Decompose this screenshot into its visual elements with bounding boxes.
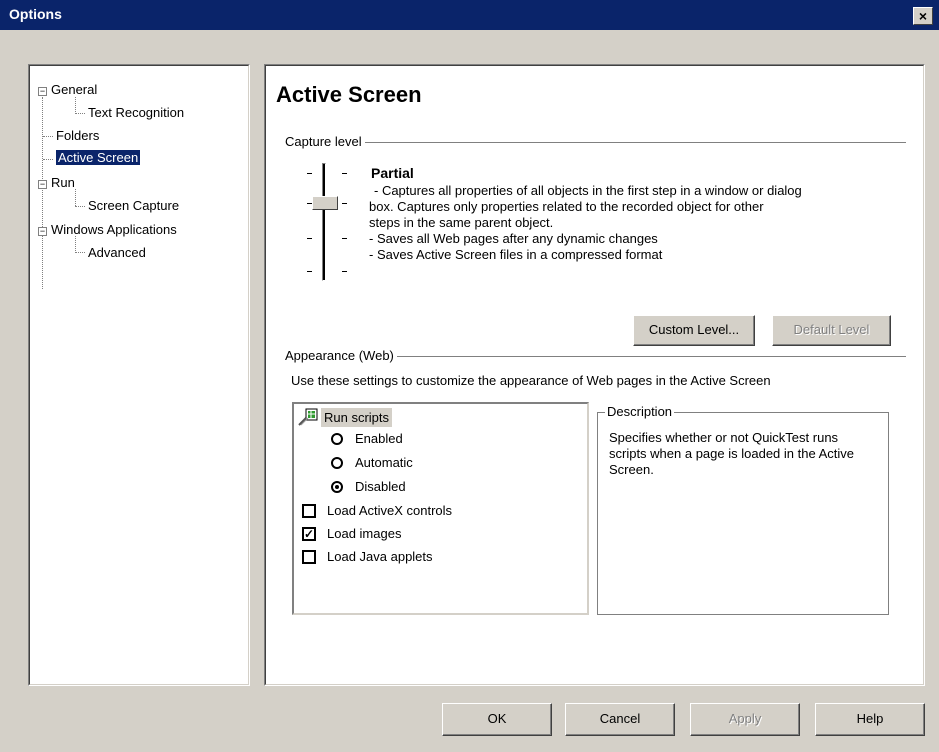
window-title: Options	[9, 6, 62, 22]
slider-tick	[342, 203, 347, 204]
button-label: Custom Level...	[648, 322, 740, 337]
appearance-label: Appearance (Web)	[285, 348, 397, 363]
close-icon: ×	[918, 8, 928, 24]
tree-item-screen-capture[interactable]: Screen Capture	[88, 198, 179, 213]
run-scripts-item[interactable]: Run scripts	[321, 408, 393, 427]
button-label: Cancel	[599, 711, 641, 726]
load-activex-label: Load ActiveX controls	[327, 503, 453, 518]
capture-level-name: Partial	[371, 165, 414, 181]
collapse-icon[interactable]: −	[38, 87, 47, 96]
collapse-icon[interactable]: −	[38, 180, 47, 189]
description-line: - Captures all properties of all objects…	[374, 183, 802, 198]
close-button[interactable]: ×	[913, 7, 933, 25]
tree-item-label: Folders	[56, 128, 100, 143]
load-java-checkbox[interactable]	[302, 550, 316, 564]
tree-connector	[75, 189, 76, 206]
capture-level-label: Capture level	[285, 134, 365, 149]
description-line: - Saves all Web pages after any dynamic …	[369, 231, 658, 246]
button-label: Help	[856, 711, 884, 726]
tree-item-windows-applications[interactable]: Windows Applications	[51, 222, 177, 237]
tree-item-label: Screen Capture	[88, 198, 180, 213]
load-java-label: Load Java applets	[327, 549, 433, 564]
apply-button[interactable]: Apply	[690, 703, 800, 736]
slider-tick	[307, 203, 312, 204]
custom-level-button[interactable]: Custom Level...	[633, 315, 755, 346]
disabled-label: Disabled	[355, 479, 406, 494]
tree-item-label: General	[51, 82, 98, 97]
tree-connector	[75, 236, 76, 253]
help-button[interactable]: Help	[815, 703, 925, 736]
slider-track	[322, 163, 326, 281]
capture-level-slider[interactable]	[300, 163, 356, 288]
capture-level-description: - Captures all properties of all objects…	[369, 183, 909, 263]
checkbox-mark: ✓	[304, 527, 315, 541]
tree-item-label: Run	[51, 175, 75, 190]
tree-item-text-recognition[interactable]: Text Recognition	[88, 105, 184, 120]
slider-tick	[307, 173, 312, 174]
tree-connector	[75, 206, 85, 207]
description-title: Description	[605, 404, 675, 419]
load-images-label: Load images	[327, 526, 402, 541]
slider-tick	[307, 238, 312, 239]
tree-connector	[75, 113, 85, 114]
tree-connector	[75, 97, 76, 114]
description-line: - Saves Active Screen files in a compres…	[369, 247, 663, 262]
slider-tick	[342, 271, 347, 272]
script-icon	[298, 408, 318, 426]
page-title: Active Screen	[276, 82, 422, 107]
slider-thumb[interactable]	[312, 196, 338, 210]
tree-item-advanced[interactable]: Advanced	[88, 245, 146, 260]
enabled-label: Enabled	[355, 431, 403, 446]
description-line: box. Captures only properties related to…	[369, 199, 764, 214]
title-bar: Options ×	[0, 0, 939, 30]
button-label: Default Level	[793, 322, 870, 337]
collapse-icon[interactable]: −	[38, 227, 47, 236]
tree-connector	[43, 136, 53, 137]
tree-item-active-screen[interactable]: Active Screen	[56, 150, 141, 165]
automatic-label: Automatic	[355, 455, 413, 470]
ok-button[interactable]: OK	[442, 703, 552, 736]
slider-tick	[342, 238, 347, 239]
tree-connector	[43, 159, 53, 160]
appearance-hint: Use these settings to customize the appe…	[291, 373, 771, 388]
slider-tick	[342, 173, 347, 174]
load-images-checkbox[interactable]: ✓	[302, 527, 316, 541]
tree-item-label: Windows Applications	[51, 222, 177, 237]
cancel-button[interactable]: Cancel	[565, 703, 675, 736]
enabled-radio[interactable]	[331, 433, 343, 445]
description-line: steps in the same parent object.	[369, 215, 554, 230]
tree-connector	[42, 97, 43, 289]
tree-connector	[75, 252, 85, 253]
automatic-radio[interactable]	[331, 457, 343, 469]
capture-level-divider	[285, 142, 906, 144]
default-level-button[interactable]: Default Level	[772, 315, 891, 346]
slider-tick	[307, 271, 312, 272]
tree-item-run[interactable]: Run	[51, 175, 75, 190]
description-text: Specifies whether or not QuickTest runs …	[609, 430, 854, 477]
disabled-radio[interactable]	[331, 481, 343, 493]
button-label: Apply	[728, 711, 762, 726]
tree-item-general[interactable]: General	[51, 82, 97, 97]
tree-item-label: Active Screen	[56, 150, 141, 165]
tree-item-folders[interactable]: Folders	[56, 128, 99, 143]
tree-item-label: Text Recognition	[88, 105, 185, 120]
button-label: OK	[487, 711, 507, 726]
run-scripts-label: Run scripts	[324, 410, 390, 425]
tree-item-label: Advanced	[88, 245, 146, 260]
options-tree[interactable]: − General Text Recognition Folders Activ…	[28, 64, 250, 686]
load-activex-checkbox[interactable]	[302, 504, 316, 518]
